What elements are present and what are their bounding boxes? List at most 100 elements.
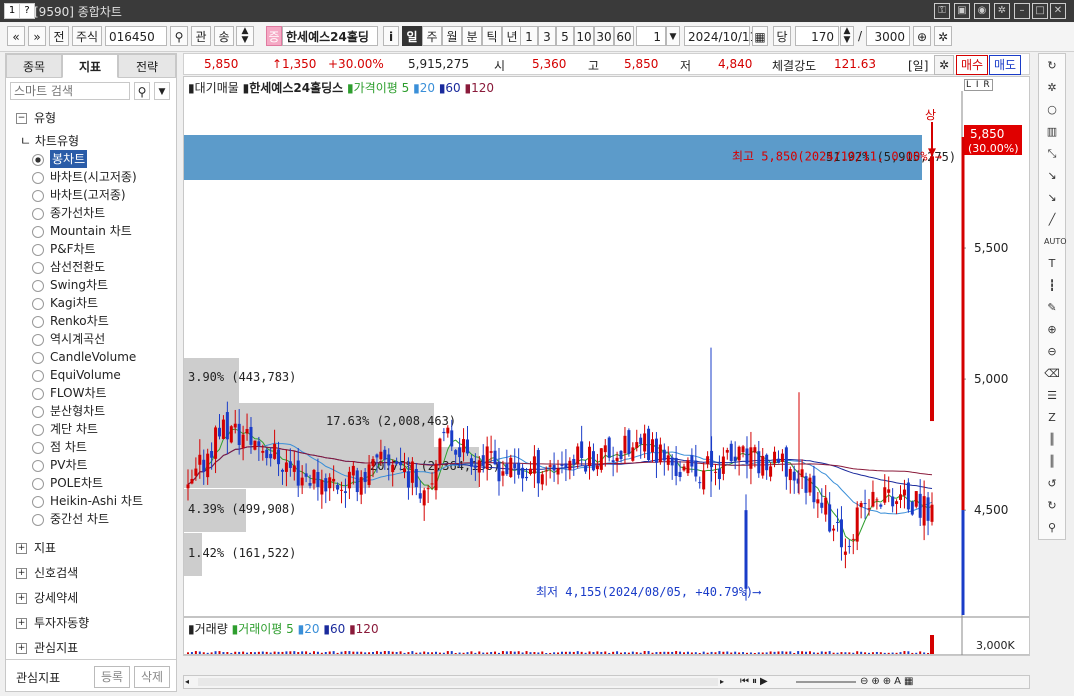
period-tick[interactable]: 틱 <box>482 26 502 46</box>
period-year[interactable]: 년 <box>502 26 522 46</box>
radio-icon[interactable] <box>32 298 44 310</box>
radio-icon[interactable] <box>32 352 44 364</box>
count-stepper[interactable]: ▲ ▼ <box>840 26 854 46</box>
line-tool-2-icon[interactable]: ↘ <box>1044 168 1060 184</box>
scroll-left-icon[interactable]: ◂ <box>185 677 195 687</box>
period-month[interactable]: 월 <box>442 26 462 46</box>
updown-icon[interactable]: ▲ ▼ <box>236 26 254 46</box>
playback-controls[interactable]: ⏮⏸▶ <box>740 676 771 687</box>
chart-type-item[interactable]: EquiVolume <box>50 366 121 384</box>
chart-type-item[interactable]: 분산형차트 <box>50 402 105 420</box>
num-30[interactable]: 30 <box>594 26 614 46</box>
chevron-down-icon[interactable]: ▼ <box>666 26 680 46</box>
brush-icon[interactable]: ✎ <box>1044 300 1060 316</box>
num-3[interactable]: 3 <box>538 26 556 46</box>
code-input[interactable]: 016450 <box>105 26 167 46</box>
radio-icon[interactable] <box>32 208 44 220</box>
prev-button[interactable]: « <box>7 26 25 46</box>
all-button[interactable]: 전 <box>49 26 69 46</box>
close-icon[interactable]: ✕ <box>1050 3 1066 19</box>
chart-type-item[interactable]: PV차트 <box>50 456 88 474</box>
radio-icon[interactable] <box>32 154 44 166</box>
num-5[interactable]: 5 <box>556 26 574 46</box>
date-input[interactable]: 2024/10/11 <box>684 26 757 46</box>
category-item[interactable]: + 관심지표 <box>16 637 78 659</box>
chart-type-item[interactable]: Swing차트 <box>50 276 108 294</box>
gear-icon[interactable]: ✲ <box>1044 80 1060 96</box>
chart-type-item[interactable]: Heikin-Ashi 차트 <box>50 492 143 510</box>
unit-input[interactable]: 1 <box>636 26 666 46</box>
search-icon[interactable]: ⚲ <box>134 82 150 100</box>
radio-icon[interactable] <box>32 172 44 184</box>
radio-icon[interactable] <box>32 388 44 400</box>
text-tool-icon[interactable]: T <box>1044 256 1060 272</box>
radio-icon[interactable] <box>32 442 44 454</box>
radio-icon[interactable] <box>32 514 44 526</box>
chart-type-item[interactable]: 계단 차트 <box>50 420 98 438</box>
settings-icon[interactable]: ✲ <box>934 26 952 46</box>
radio-icon[interactable] <box>32 280 44 292</box>
line-tool-icon[interactable]: ⤡ <box>1044 146 1060 162</box>
chart-type-item[interactable]: 봉차트 <box>50 150 88 168</box>
period-minute[interactable]: 분 <box>462 26 482 46</box>
info-button[interactable]: i <box>383 26 399 46</box>
scroll-track[interactable] <box>198 678 718 686</box>
zoom-icon[interactable]: ⊕ <box>913 26 931 46</box>
chart-type-item[interactable]: 역시계곡선 <box>50 330 105 348</box>
chart-type-item[interactable]: 점 차트 <box>50 438 87 456</box>
category-item[interactable]: + 강세약세 <box>16 587 78 609</box>
z-icon[interactable]: Z <box>1044 410 1060 426</box>
current-button[interactable]: 당 <box>773 26 791 46</box>
radio-icon[interactable] <box>32 370 44 382</box>
zoom-out-icon[interactable]: ⊖ <box>1044 344 1060 360</box>
columns-2-icon[interactable]: ║ <box>1044 454 1060 470</box>
camera-icon[interactable]: ◉ <box>974 3 990 19</box>
radio-icon[interactable] <box>32 334 44 346</box>
scroll-right-icon[interactable]: ▸ <box>720 677 730 687</box>
stock-name-field[interactable]: 한세예스24홀딩 <box>282 26 378 46</box>
radio-icon[interactable] <box>32 316 44 328</box>
lir-button[interactable]: L I R <box>964 79 993 91</box>
redo-icon[interactable]: ↻ <box>1044 498 1060 514</box>
count-input[interactable]: 170 <box>795 26 839 46</box>
subgroup-chart-type[interactable]: ㄴ 차트유형 <box>20 132 79 149</box>
chart-type-item[interactable]: 바차트(시고저종) <box>50 168 137 186</box>
chart-type-item[interactable]: P&F차트 <box>50 240 96 258</box>
radio-icon[interactable] <box>32 190 44 202</box>
bar-chart-icon[interactable]: ▥ <box>1044 124 1060 140</box>
zoom-in-icon[interactable]: ⊕ <box>1044 322 1060 338</box>
market-button[interactable]: 주식 <box>72 26 102 46</box>
chart-type-item[interactable]: 바차트(고저종) <box>50 186 126 204</box>
chevron-down-icon[interactable]: ▼ <box>154 82 170 100</box>
tab-indicator[interactable]: 지표 <box>62 54 118 78</box>
period-week[interactable]: 주 <box>422 26 442 46</box>
chart-scrollbar[interactable]: ◂ ▸ ⏮⏸▶ ⊖⊕⊕A▦ <box>183 675 1030 689</box>
search-icon[interactable]: ⚲ <box>170 26 188 46</box>
category-item[interactable]: + 투자자동향 <box>16 612 89 634</box>
send-button[interactable]: 송 <box>214 26 234 46</box>
tab-stock[interactable]: 종목 <box>6 54 62 78</box>
chart-area[interactable]: 5,5005,0004,5003,000K2024/01030405060708… <box>183 76 1030 656</box>
undo-icon[interactable]: ↺ <box>1044 476 1060 492</box>
period-day[interactable]: 일 <box>402 26 422 46</box>
maximize-icon[interactable]: □ <box>1032 3 1048 19</box>
radio-icon[interactable] <box>32 262 44 274</box>
refresh-icon[interactable]: ↻ <box>1044 58 1060 74</box>
buy-button[interactable]: 매수 <box>956 55 988 75</box>
minimize-icon[interactable]: – <box>1014 3 1030 19</box>
sell-button[interactable]: 매도 <box>989 55 1021 75</box>
list-icon[interactable]: ☰ <box>1044 388 1060 404</box>
chart-type-item[interactable]: FLOW차트 <box>50 384 107 402</box>
chart-type-item[interactable]: 종가선차트 <box>50 204 105 222</box>
radio-icon[interactable] <box>32 424 44 436</box>
chart-type-item[interactable]: 중간선 차트 <box>50 510 109 528</box>
tab-strategy[interactable]: 전략 <box>118 54 176 78</box>
num-60[interactable]: 60 <box>614 26 634 46</box>
diagonal-line-icon[interactable]: ╱ <box>1044 212 1060 228</box>
search-icon[interactable]: ⚲ <box>1044 520 1060 536</box>
chart-type-item[interactable]: 삼선전환도 <box>50 258 105 276</box>
radio-icon[interactable] <box>32 478 44 490</box>
radio-icon[interactable] <box>32 226 44 238</box>
calendar-icon[interactable]: ▦ <box>752 26 768 46</box>
gear-icon[interactable]: ✲ <box>994 3 1010 19</box>
